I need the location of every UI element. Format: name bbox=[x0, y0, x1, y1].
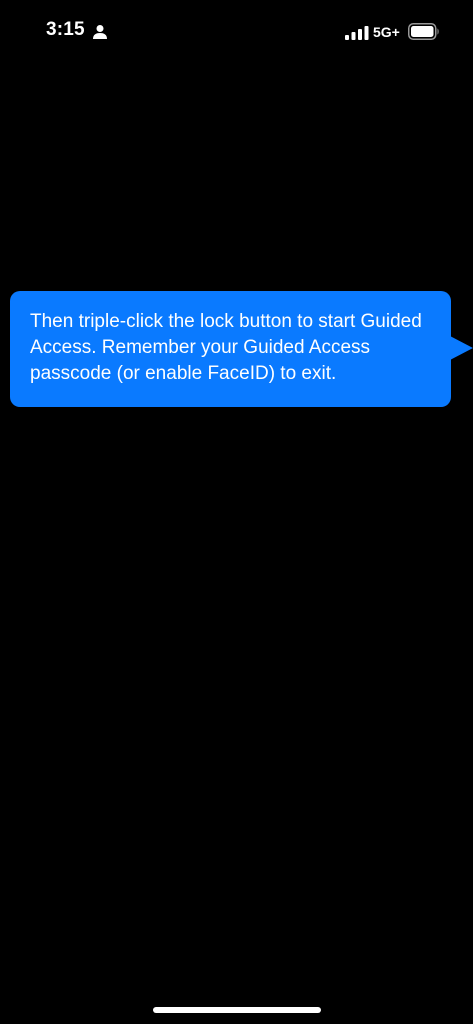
guidance-speech-bubble: Then triple-click the lock button to sta… bbox=[10, 291, 451, 407]
battery-icon bbox=[408, 23, 439, 40]
bubble-pointer-arrow bbox=[450, 336, 473, 360]
network-label: 5G+ bbox=[373, 24, 400, 40]
cellular-signal-icon bbox=[345, 26, 369, 40]
home-indicator[interactable] bbox=[153, 1007, 321, 1013]
status-bar: 3:15 5G+ bbox=[0, 0, 473, 60]
screen: 3:15 5G+ Then triple-click the lock butt… bbox=[0, 0, 473, 1024]
status-time: 3:15 bbox=[46, 19, 85, 40]
bubble-text: Then triple-click the lock button to sta… bbox=[30, 311, 422, 384]
person-icon bbox=[93, 25, 107, 39]
